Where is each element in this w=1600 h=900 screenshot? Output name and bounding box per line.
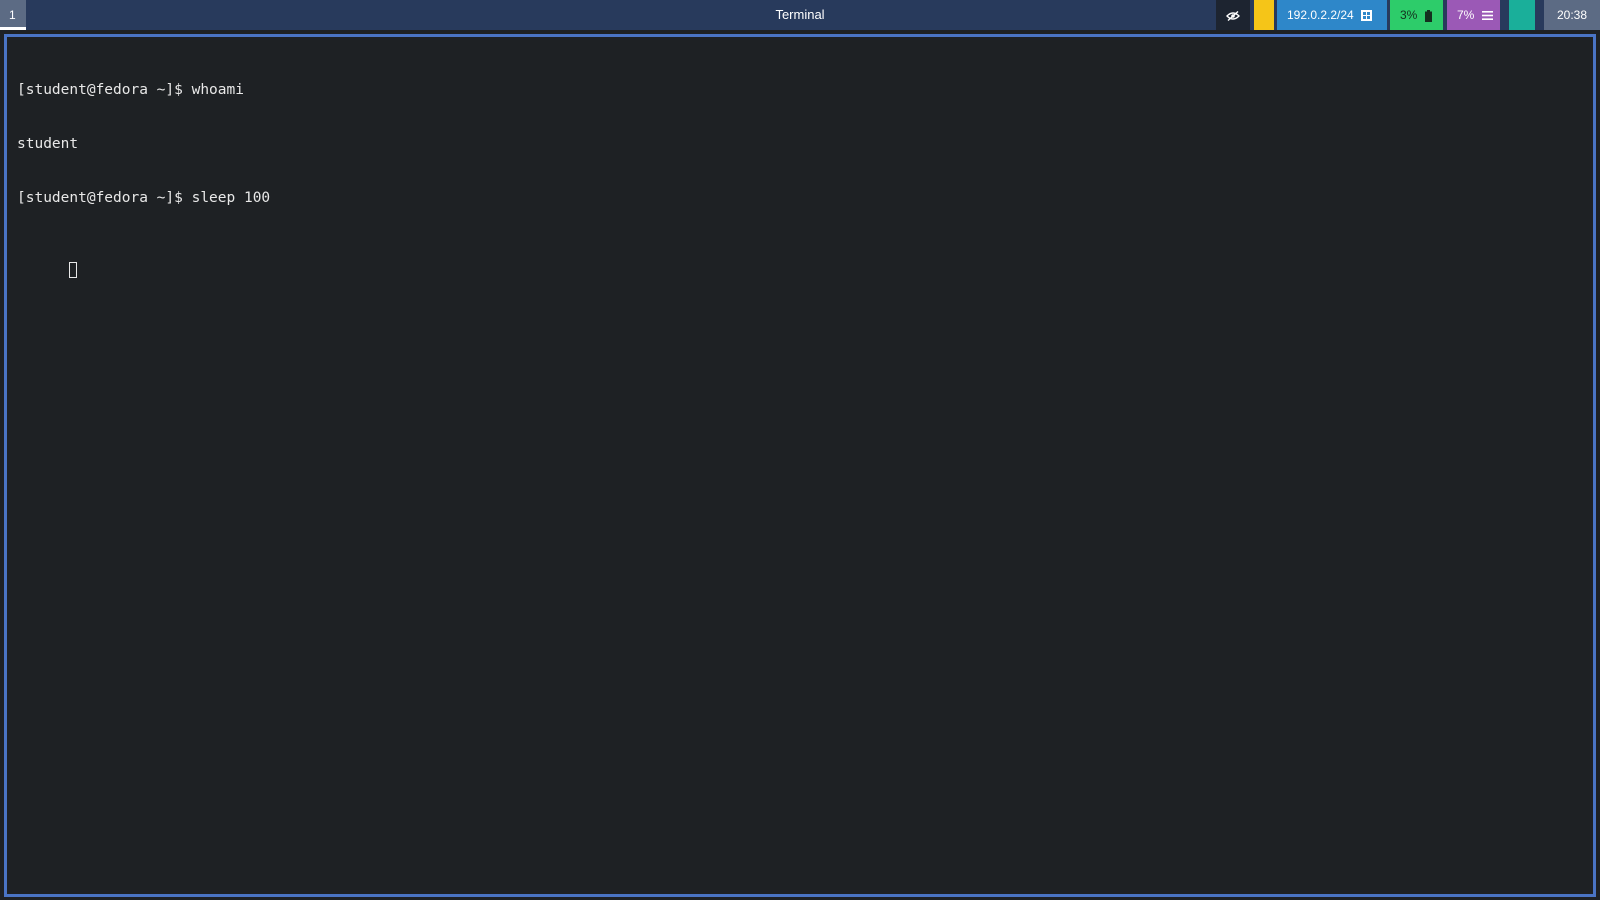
status-indicator-yellow[interactable] [1254,0,1274,30]
window-title: Terminal [775,7,825,22]
terminal-cursor-line [17,243,270,278]
terminal-cursor [69,262,78,278]
network-icon [1361,10,1373,22]
privacy-indicator[interactable] [1216,0,1250,30]
battery-icon [1424,9,1432,22]
eye-slash-icon [1226,10,1240,21]
terminal-line: [student@fedora ~]$ sleep 100 [17,190,271,206]
network-module[interactable]: 192.0.2.2/24 [1277,0,1387,30]
menu-lines-icon [1481,11,1493,21]
terminal-window[interactable]: [student@fedora ~]$ whoami student [stud… [4,34,1596,897]
cpu-module[interactable]: 7% [1447,0,1500,30]
top-bar: 1 Terminal 192.0.2.2/24 3% 7% 20:38 [0,0,1600,30]
terminal-line: [student@fedora ~]$ whoami [17,82,244,98]
workspace-label: 1 [9,8,16,22]
terminal-line: student [17,136,79,152]
network-address: 192.0.2.2/24 [1287,8,1354,22]
terminal-output: [student@fedora ~]$ whoami student [stud… [17,45,270,297]
battery-level: 3% [1400,8,1418,22]
workspace-button[interactable]: 1 [0,0,26,30]
status-indicator-teal[interactable] [1509,0,1535,30]
cpu-usage: 7% [1457,8,1475,22]
battery-module[interactable]: 3% [1390,0,1443,30]
clock[interactable]: 20:38 [1544,0,1600,30]
